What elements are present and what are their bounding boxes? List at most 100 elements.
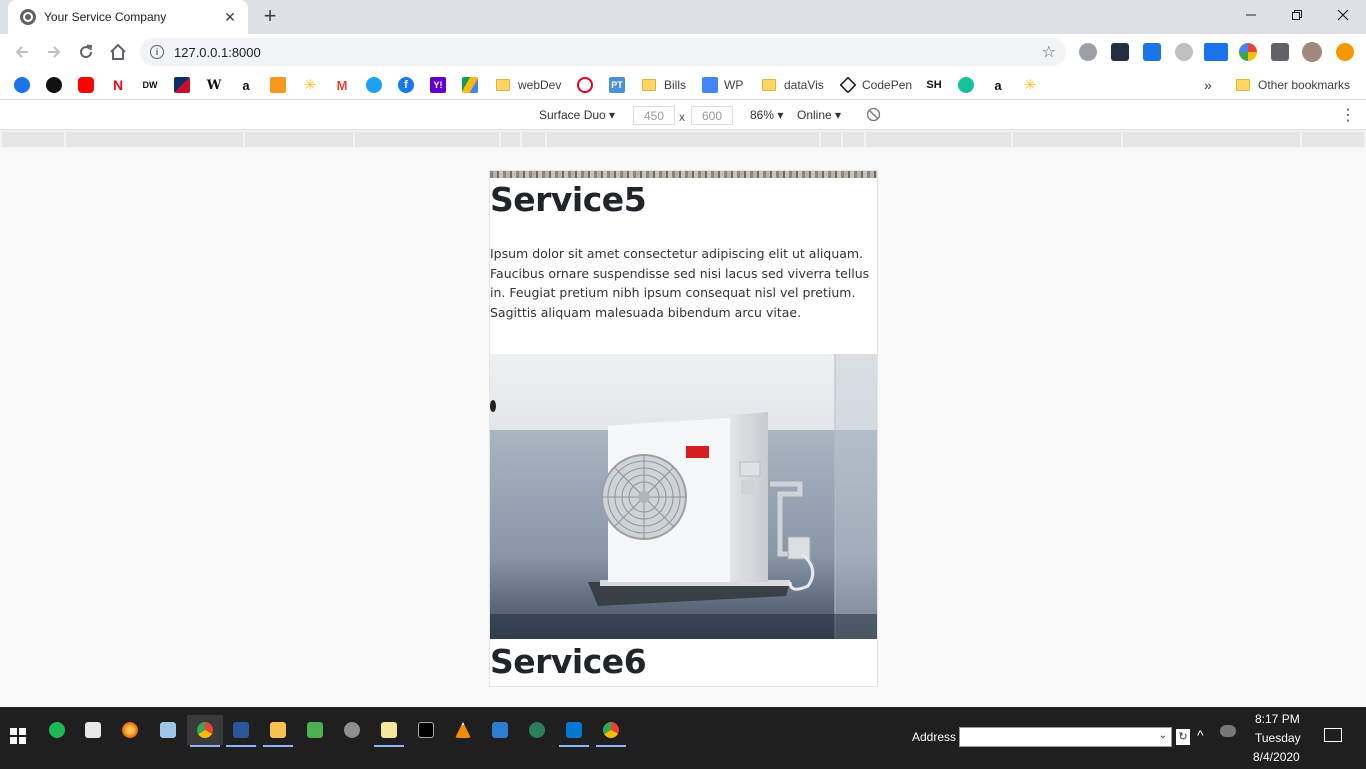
taskbar-notepad[interactable] [150,715,186,745]
start-button[interactable] [0,721,36,751]
bookmark-sh[interactable]: SH [926,76,948,94]
bookmark-twitter[interactable] [366,76,388,94]
minimize-button[interactable] [1228,0,1274,30]
bookmark-amazon-2[interactable]: a [990,76,1012,94]
onedrive-icon[interactable] [1220,725,1236,737]
home-button[interactable] [106,40,130,64]
media-query-segment[interactable] [66,132,243,147]
device-select[interactable]: Surface Duo ▾ [539,108,615,122]
extension-icon[interactable] [1175,43,1193,61]
media-query-segment[interactable] [355,132,499,147]
bookmark-walmart[interactable]: ✳ [302,76,324,94]
taskbar-chrome[interactable] [187,715,223,747]
bookmark-settings[interactable] [14,76,36,94]
amazon-assistant-icon[interactable] [1111,43,1129,61]
network-select[interactable]: Online ▾ [797,108,841,122]
bookmark-gmail[interactable]: M [334,76,356,94]
taskbar-store[interactable] [75,715,111,745]
forward-button[interactable] [42,40,66,64]
media-query-segment[interactable] [1123,132,1300,147]
color-wheel-icon[interactable] [1239,43,1257,61]
taskbar-file-explorer[interactable] [260,715,296,747]
record-icon [46,77,62,93]
extension-icon[interactable] [1079,43,1097,61]
height-input[interactable]: 600 [691,106,733,125]
puzzle-icon[interactable] [1271,43,1289,61]
chevron-down-icon[interactable]: ⌄ [1159,730,1167,741]
width-input[interactable]: 450 [633,106,675,125]
network-value: Online [797,108,832,122]
bookmark-drive[interactable] [462,76,484,94]
bookmark-flag[interactable] [174,76,196,94]
restore-button[interactable] [1274,0,1320,30]
new-badge-icon[interactable] [1204,43,1228,61]
media-query-segment[interactable] [547,132,819,147]
bookmark-wp[interactable]: WP [702,76,743,94]
bookmark-webdev[interactable]: webDev [496,76,561,94]
zoom-select[interactable]: 86% ▾ [750,108,783,122]
taskbar-app-gimp[interactable] [334,715,370,745]
bookmark-datavis[interactable]: dataVis [762,76,824,94]
address-bar[interactable]: i 127.0.0.1:8000 ☆ [140,38,1066,66]
bookmark-opera[interactable] [577,76,599,94]
taskbar-spotify[interactable] [39,715,75,745]
media-query-segment[interactable] [843,132,864,147]
media-query-segment[interactable] [821,132,841,147]
notification-icon[interactable] [1324,728,1342,742]
media-query-segment[interactable] [501,132,520,147]
new-tab-button[interactable]: + [258,4,282,28]
clock-time[interactable]: 8:17 PM [1255,712,1300,726]
clock-date[interactable]: 8/4/2020 [1253,750,1300,764]
taskbar-firefox[interactable] [112,715,148,745]
bookmark-pt[interactable]: PT [609,76,631,94]
taskbar-terminal[interactable] [408,715,444,745]
bookmark-wikipedia[interactable]: W [206,76,228,94]
bookmark-bills[interactable]: Bills [642,76,686,94]
tab-close-icon[interactable]: ✕ [222,9,238,26]
bookmark-youtube[interactable] [78,76,100,94]
taskbar-app-green[interactable] [519,715,555,745]
service-image-cropped [490,171,877,178]
taskbar-vlc[interactable] [445,715,481,745]
bookmark-star-icon[interactable]: ☆ [1042,42,1056,62]
clock-day[interactable]: Tuesday [1255,731,1301,745]
bookmark-yahoo[interactable]: Y! [430,76,452,94]
media-query-segment[interactable] [245,132,353,147]
reload-button[interactable] [74,40,98,64]
bookmark-codepen[interactable]: CodePen [839,76,912,94]
chevron-up-icon[interactable]: ^ [1197,727,1204,743]
media-query-segment[interactable] [866,132,1011,147]
update-icon[interactable] [1336,43,1354,61]
media-query-segment[interactable] [1302,132,1364,147]
bookmark-netflix[interactable]: N [110,76,132,94]
refresh-icon[interactable]: ↻ [1176,729,1190,745]
bookmarks-overflow-button[interactable]: » [1204,76,1212,94]
address-toolbar-input[interactable]: ⌄ [959,727,1172,747]
bookmark-grammarly[interactable] [958,76,980,94]
taskbar-app-h[interactable] [297,715,333,745]
checklist-icon[interactable] [1143,43,1161,61]
rotate-button[interactable] [866,107,881,125]
taskbar-word[interactable] [223,715,259,747]
taskbar-notes[interactable] [371,715,407,747]
media-query-segment[interactable] [2,132,64,147]
back-button[interactable] [10,40,34,64]
bookmark-circle[interactable] [46,76,68,94]
other-bookmarks[interactable]: Other bookmarks [1236,76,1350,94]
close-window-button[interactable] [1320,0,1366,30]
bookmark-walmart-2[interactable]: ✳ [1022,76,1044,94]
info-icon[interactable]: i [150,45,164,59]
bookmark-dw[interactable]: DW [142,76,164,94]
media-query-segment[interactable] [1013,132,1121,147]
more-options-icon[interactable]: ⋮ [1340,105,1356,125]
avatar[interactable] [1302,42,1322,62]
youtube-icon [78,77,94,93]
bookmark-audible[interactable] [270,76,292,94]
bookmark-amazon[interactable]: a [238,76,260,94]
taskbar-app-blue[interactable] [482,715,518,745]
taskbar-chrome-2[interactable] [593,715,629,747]
browser-tab[interactable]: Your Service Company ✕ [8,0,248,34]
media-query-segment[interactable] [522,132,545,147]
taskbar-vscode[interactable] [556,715,592,747]
bookmark-facebook[interactable]: f [398,76,420,94]
